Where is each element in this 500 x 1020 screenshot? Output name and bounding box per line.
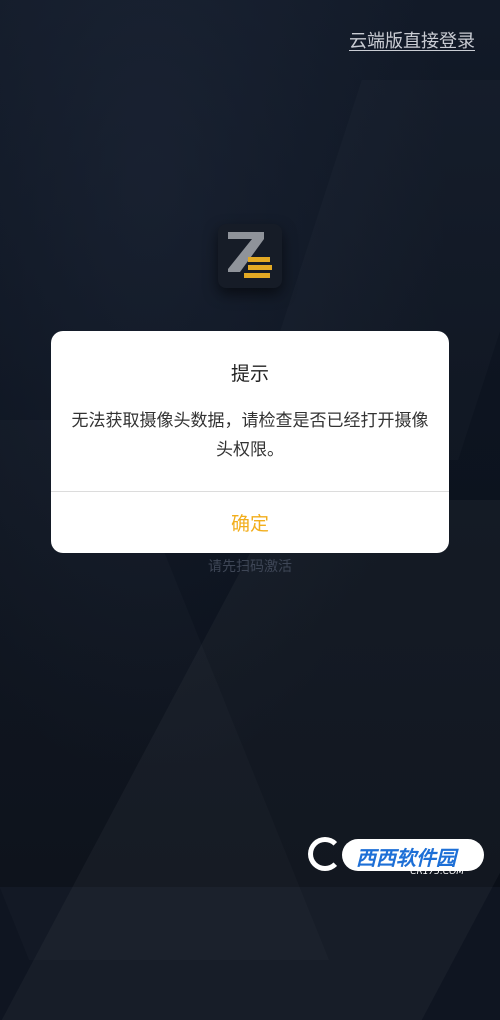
permission-alert-dialog: 提示 无法获取摄像头数据，请检查是否已经打开摄像头权限。 确定 (51, 331, 449, 553)
dialog-title: 提示 (230, 363, 269, 385)
watermark-domain: CR173.COM (410, 867, 464, 877)
app-logo (218, 224, 282, 288)
z-logo-icon (228, 232, 272, 278)
confirm-button[interactable]: 确定 (51, 492, 449, 553)
scan-hint-text: 请先扫码激活 (208, 559, 292, 575)
site-watermark: 西西软件园 CR173.COM (308, 835, 484, 877)
watermark-c-icon (308, 837, 342, 871)
cloud-login-link[interactable]: 云端版直接登录 (349, 27, 475, 53)
app-screen: 云端版直接登录 请先扫码激活 提示 无法获取摄像头数据，请检查是否已经打开摄像头… (0, 0, 500, 887)
dialog-message: 无法获取摄像头数据，请检查是否已经打开摄像头权限。 (71, 411, 429, 460)
